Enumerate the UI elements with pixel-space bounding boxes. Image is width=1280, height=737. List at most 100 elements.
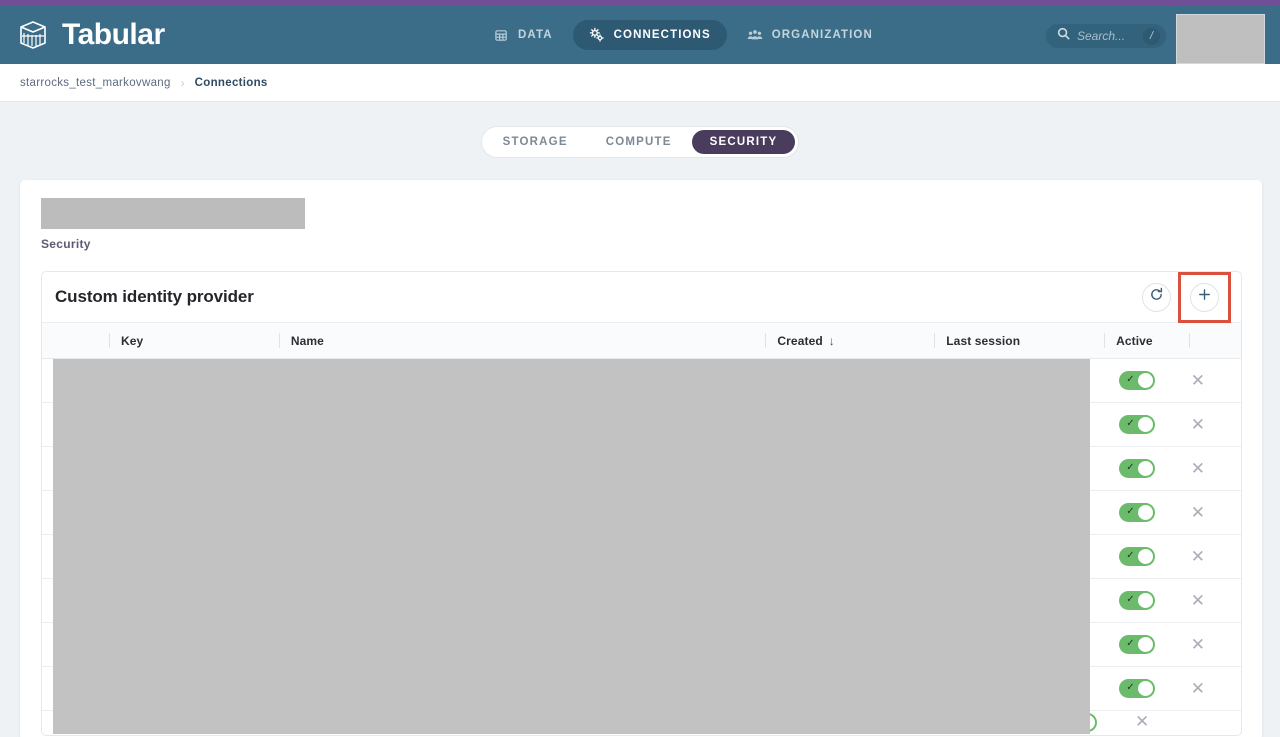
- active-toggle[interactable]: ✓: [1119, 371, 1155, 390]
- toggle-knob: [1138, 637, 1153, 652]
- toggle-knob: [1138, 505, 1153, 520]
- sort-descending-icon: ↓: [829, 334, 835, 348]
- chevron-right-icon: ›: [181, 76, 185, 90]
- active-toggle[interactable]: ✓: [1119, 591, 1155, 610]
- table-body: ✓ ✕ ✓ ✕: [42, 359, 1241, 733]
- tab-security[interactable]: SECURITY: [692, 130, 796, 154]
- check-icon: ✓: [1126, 639, 1134, 649]
- nav-item-connections[interactable]: CONNECTIONS: [573, 20, 727, 50]
- security-panel: Security Custom identity provider: [20, 180, 1262, 737]
- delete-cell: ✕: [1191, 579, 1241, 623]
- close-icon[interactable]: ✕: [1191, 460, 1205, 477]
- add-button-focus-ring: [1178, 272, 1231, 323]
- redacted-table-data: [53, 359, 1090, 734]
- column-label-name: Name: [291, 334, 324, 348]
- plus-icon: [1197, 287, 1212, 307]
- breadcrumb-item-warehouse[interactable]: starrocks_test_markovwang: [20, 77, 171, 89]
- tab-storage[interactable]: STORAGE: [485, 130, 586, 154]
- column-header-last-session[interactable]: Last session: [934, 333, 1104, 348]
- search-area: Search... /: [1046, 24, 1166, 48]
- add-identity-provider-button[interactable]: [1190, 283, 1219, 312]
- active-toggle-cell: ✓: [1108, 579, 1190, 623]
- close-icon[interactable]: ✕: [1191, 372, 1205, 389]
- panel-subtitle: Security: [41, 237, 1242, 251]
- active-toggle[interactable]: ✓: [1119, 547, 1155, 566]
- main-navigation: DATA CONNECTIONS: [478, 6, 889, 64]
- close-icon[interactable]: ✕: [1191, 548, 1205, 565]
- close-icon[interactable]: ✕: [1191, 680, 1205, 697]
- active-toggle[interactable]: ✓: [1119, 503, 1155, 522]
- active-toggle-cell: ✓: [1108, 447, 1190, 491]
- card-header: Custom identity provider: [42, 272, 1241, 322]
- close-icon[interactable]: ✕: [1191, 636, 1205, 653]
- active-toggle-cell: ✓: [1108, 667, 1190, 711]
- brand-name: Tabular: [62, 18, 165, 52]
- close-icon[interactable]: ✕: [1191, 416, 1205, 433]
- column-header-actions: [1189, 333, 1241, 348]
- search-shortcut-badge: /: [1143, 28, 1160, 45]
- active-toggle[interactable]: ✓: [1119, 635, 1155, 654]
- check-icon: ✓: [1126, 595, 1134, 605]
- gears-icon: [589, 27, 605, 43]
- tab-bar: STORAGE COMPUTE SECURITY: [481, 126, 800, 158]
- delete-cell: ✕: [1191, 667, 1241, 711]
- brand[interactable]: Tabular: [14, 16, 165, 54]
- column-header-key[interactable]: Key: [109, 333, 279, 348]
- check-icon: ✓: [1126, 419, 1134, 429]
- check-icon: ✓: [1126, 683, 1134, 693]
- redacted-account-region: [1176, 14, 1265, 64]
- toggle-knob: [1138, 373, 1153, 388]
- toggle-knob: [1138, 417, 1153, 432]
- breadcrumb-item-connections[interactable]: Connections: [195, 77, 268, 89]
- column-label-active: Active: [1116, 334, 1153, 348]
- toggle-knob: [1138, 681, 1153, 696]
- refresh-button[interactable]: [1142, 283, 1171, 312]
- check-icon: ✓: [1126, 463, 1134, 473]
- tab-compute[interactable]: COMPUTE: [588, 130, 690, 154]
- nav-label-organization: ORGANIZATION: [772, 29, 873, 41]
- column-label-last-session: Last session: [946, 334, 1020, 348]
- active-toggle-cell: ✓: [1108, 491, 1190, 535]
- toggle-knob: [1138, 549, 1153, 564]
- breadcrumb: starrocks_test_markovwang › Connections: [0, 64, 1280, 102]
- active-toggle-cell: ✓: [1108, 403, 1190, 447]
- nav-label-data: DATA: [518, 29, 553, 41]
- close-icon[interactable]: ✕: [1191, 592, 1205, 609]
- close-icon[interactable]: ✕: [1135, 712, 1149, 731]
- column-label-key: Key: [121, 334, 143, 348]
- active-toggle[interactable]: ✓: [1119, 415, 1155, 434]
- toggle-knob: [1138, 461, 1153, 476]
- delete-cell: ✕: [1191, 623, 1241, 667]
- table-header-row: Key Name Created ↓ Last session Active: [42, 322, 1241, 359]
- delete-cell: ✕: [1191, 491, 1241, 535]
- app-header: Tabular DATA CONNECTIONS: [0, 6, 1280, 64]
- column-label-created: Created: [777, 334, 822, 348]
- nav-item-data[interactable]: DATA: [478, 21, 569, 50]
- search-input[interactable]: Search... /: [1046, 24, 1166, 48]
- column-header-active[interactable]: Active: [1104, 333, 1189, 348]
- search-icon: [1057, 27, 1070, 45]
- delete-cell: ✕: [1191, 535, 1241, 579]
- active-toggle-cell: ✓: [1108, 623, 1190, 667]
- search-placeholder: Search...: [1077, 29, 1136, 43]
- active-toggle-cell: ✓: [1108, 535, 1190, 579]
- column-header-name[interactable]: Name: [279, 333, 766, 348]
- check-icon: ✓: [1126, 507, 1134, 517]
- delete-cell: ✕: [1191, 447, 1241, 491]
- check-icon: ✓: [1126, 551, 1134, 561]
- database-grid-icon: [494, 28, 509, 43]
- active-toggle[interactable]: ✓: [1119, 459, 1155, 478]
- refresh-icon: [1149, 287, 1164, 307]
- active-toggle[interactable]: ✓: [1119, 679, 1155, 698]
- nav-item-organization[interactable]: ORGANIZATION: [731, 21, 889, 50]
- custom-identity-provider-card: Custom identity provider: [41, 271, 1242, 736]
- nav-label-connections: CONNECTIONS: [614, 29, 711, 41]
- card-title: Custom identity provider: [55, 287, 1142, 307]
- active-toggle-cell: ✓: [1108, 359, 1190, 403]
- redacted-panel-title: [41, 198, 305, 229]
- people-group-icon: [747, 28, 763, 43]
- delete-cell: ✕: [1191, 359, 1241, 403]
- close-icon[interactable]: ✕: [1191, 504, 1205, 521]
- column-header-created[interactable]: Created ↓: [765, 333, 934, 348]
- check-icon: ✓: [1126, 375, 1134, 385]
